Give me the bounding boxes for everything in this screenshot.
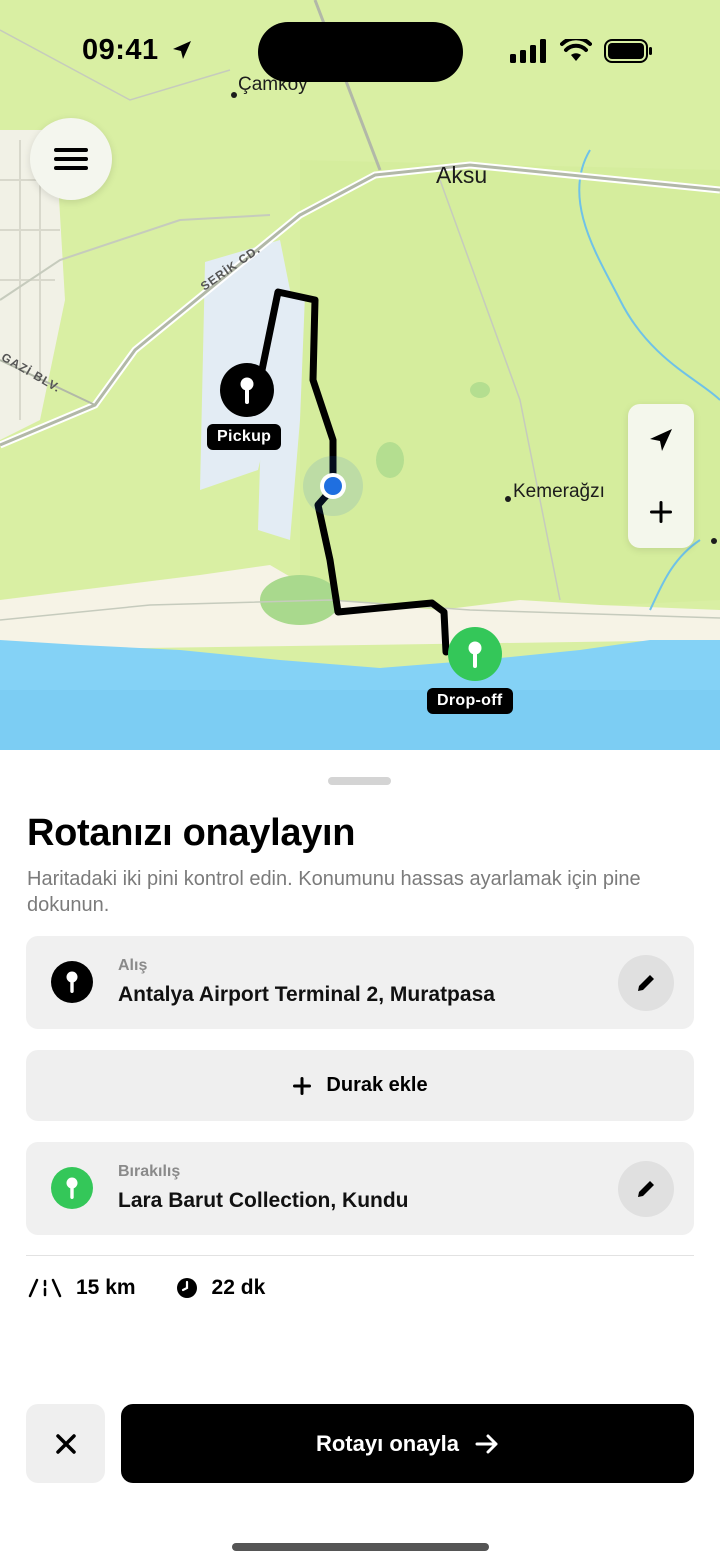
dropoff-address: Lara Barut Collection, Kundu (118, 1189, 409, 1212)
pickup-address: Antalya Airport Terminal 2, Muratpasa (118, 983, 495, 1006)
edit-pickup-button[interactable] (618, 955, 674, 1011)
battery-icon (604, 39, 652, 63)
menu-icon (54, 148, 88, 170)
arrow-right-icon (475, 1434, 498, 1453)
location-arrow-icon (173, 41, 192, 59)
dropoff-pin[interactable] (447, 626, 503, 682)
pickup-pin[interactable] (219, 362, 275, 418)
duration-stat: 22 dk (176, 1276, 266, 1300)
map-controls (628, 404, 694, 548)
zoom-in-button[interactable] (628, 476, 694, 548)
edit-dropoff-button[interactable] (618, 1161, 674, 1217)
pickup-pin-label: Pickup (207, 424, 282, 450)
plus-icon (650, 501, 672, 523)
route-sheet: Rotanızı onaylayın Haritadaki iki pini k… (0, 750, 720, 1565)
status-time: 09:41 (82, 34, 193, 67)
route-stats: 15 km 22 dk (28, 1276, 305, 1300)
duration-value: 22 dk (211, 1276, 266, 1299)
place-dot (711, 538, 717, 544)
confirm-route-button[interactable]: Rotayı onayla (121, 1404, 694, 1483)
dropoff-label: Bırakılış (118, 1163, 181, 1180)
place-label-aksu: Aksu (436, 162, 488, 188)
cancel-button[interactable] (26, 1404, 105, 1483)
home-indicator (232, 1543, 489, 1551)
dynamic-island (258, 22, 463, 82)
pin-icon (51, 961, 93, 1003)
menu-button[interactable] (30, 118, 112, 200)
road-icon (28, 1278, 62, 1298)
add-stop-label: Durak ekle (326, 1074, 428, 1096)
pickup-card[interactable]: Alış Antalya Airport Terminal 2, Muratpa… (26, 936, 694, 1029)
wifi-icon (560, 39, 592, 61)
status-time-text: 09:41 (82, 34, 159, 66)
clock-icon (176, 1278, 197, 1298)
confirm-route-label: Rotayı onayla (315, 1430, 460, 1456)
sheet-grabber[interactable] (328, 777, 391, 785)
distance-stat: 15 km (28, 1276, 136, 1300)
add-stop-button[interactable]: Durak ekle (26, 1050, 694, 1121)
place-dot (505, 496, 511, 502)
signal-icon (510, 39, 546, 63)
pickup-label: Alış (118, 957, 148, 974)
map-view[interactable]: Çamköy Aksu Kemerağzı SERİK CD. GAZİ BLV… (0, 0, 720, 760)
status-icons (510, 38, 654, 64)
close-icon (55, 1433, 76, 1454)
dropoff-pin-label: Drop-off (427, 688, 513, 714)
dropoff-card[interactable]: Bırakılış Lara Barut Collection, Kundu (26, 1142, 694, 1235)
pencil-icon (638, 1181, 654, 1197)
locate-button[interactable] (628, 404, 694, 476)
place-dot (231, 92, 237, 98)
pencil-icon (638, 975, 654, 991)
place-label-kemeragzi: Kemerağzı (513, 481, 605, 502)
map-canvas (0, 0, 720, 760)
pin-icon (51, 1167, 93, 1209)
page-subtitle: Haritadaki iki pini kontrol edin. Konumu… (27, 868, 641, 916)
plus-icon (293, 1076, 312, 1095)
divider (26, 1255, 694, 1256)
navigation-arrow-icon (650, 429, 672, 451)
distance-value: 15 km (76, 1276, 136, 1299)
page-title: Rotanızı onaylayın (27, 812, 356, 854)
